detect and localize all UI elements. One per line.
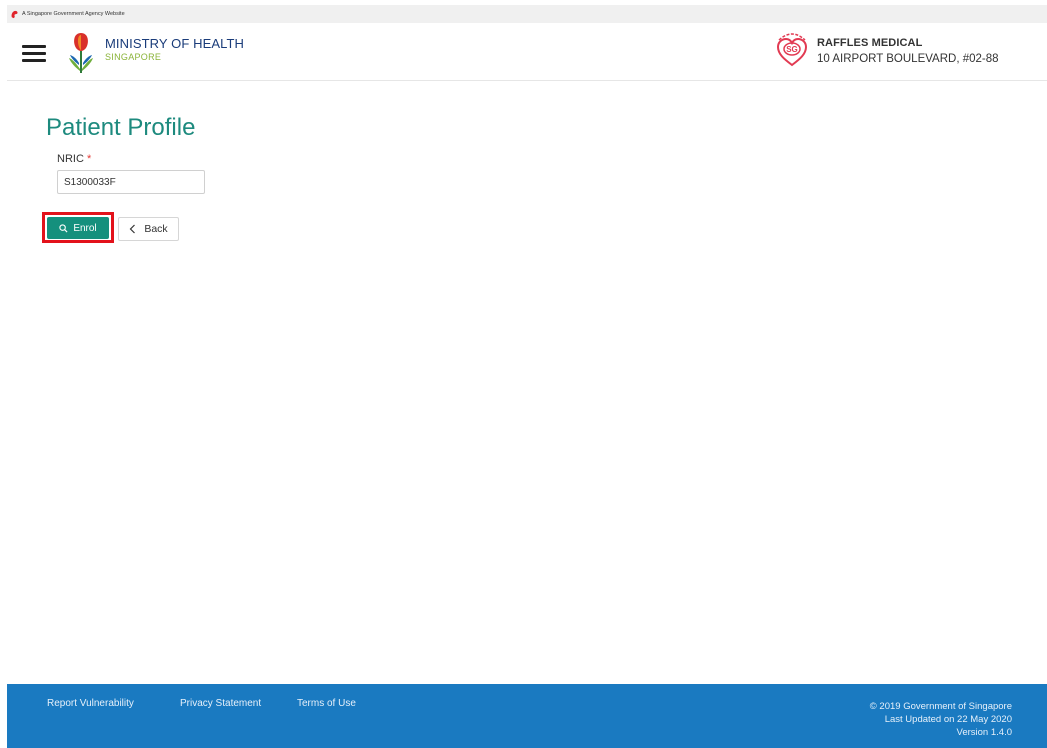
version-text: Version 1.4.0 (956, 727, 1012, 738)
enrol-button[interactable]: Enrol (47, 217, 109, 239)
clinic-address: 10 AIRPORT BOULEVARD, #02-88 (817, 53, 999, 65)
masthead-text: A Singapore Government Agency Website (22, 11, 125, 17)
clinic-name: RAFFLES MEDICAL (817, 37, 923, 49)
nric-input[interactable] (57, 170, 205, 194)
svg-text:SG: SG (786, 45, 798, 54)
enrol-button-label: Enrol (73, 222, 97, 234)
lion-head-icon (11, 10, 18, 18)
agency-subtitle: SINGAPORE (105, 52, 162, 62)
healthier-sg-logo-icon: SG (776, 33, 808, 67)
page-title: Patient Profile (46, 114, 196, 141)
footer-link-terms-of-use[interactable]: Terms of Use (297, 698, 356, 709)
copyright-text: © 2019 Government of Singapore (869, 701, 1012, 712)
required-marker: * (86, 153, 92, 165)
moh-logo-icon (69, 33, 93, 73)
footer-link-privacy-statement[interactable]: Privacy Statement (180, 698, 261, 709)
back-button[interactable]: Back (118, 217, 179, 241)
back-button-label: Back (144, 223, 168, 235)
site-header: MINISTRY OF HEALTH SINGAPORE SG RAFFLES … (7, 23, 1047, 81)
footer-info: © 2019 Government of Singapore Last Upda… (870, 700, 1012, 739)
government-masthead: A Singapore Government Agency Website (7, 5, 1047, 23)
search-icon (59, 223, 68, 233)
agency-title: MINISTRY OF HEALTH (105, 36, 245, 51)
hamburger-menu-icon[interactable] (22, 45, 46, 63)
site-footer: Report Vulnerability Privacy Statement T… (7, 684, 1047, 748)
chevron-left-icon (129, 224, 136, 234)
nric-label-text: NRIC (57, 153, 84, 165)
nric-label: NRIC * (57, 153, 91, 165)
footer-link-report-vulnerability[interactable]: Report Vulnerability (47, 698, 134, 709)
page: A Singapore Government Agency Website MI… (0, 0, 1047, 748)
last-updated-text: Last Updated on 22 May 2020 (884, 714, 1012, 725)
